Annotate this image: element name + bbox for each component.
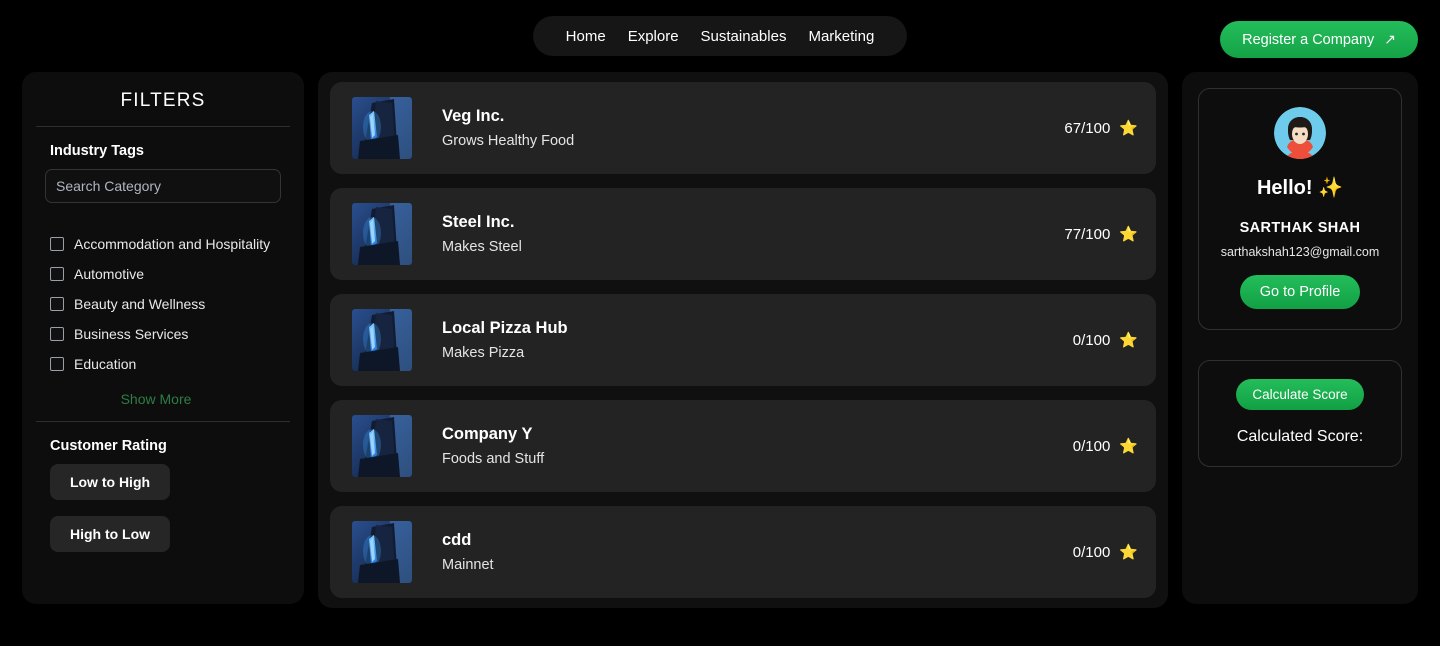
score-card: Calculate Score Calculated Score: [1198, 360, 1402, 467]
filter-option-education[interactable]: Education [50, 349, 304, 379]
company-thumbnail [352, 203, 412, 265]
filters-title: FILTERS [120, 90, 206, 111]
company-card[interactable]: cdd Mainnet 0/100 ⭐ [330, 506, 1156, 598]
company-name: Company Y [442, 425, 533, 443]
register-company-label: Register a Company [1242, 31, 1375, 48]
industry-tags-label: Industry Tags [50, 143, 144, 159]
company-score-value: 77/100 [1064, 225, 1111, 243]
company-score-value: 0/100 [1072, 437, 1111, 455]
page-layout: FILTERS Industry Tags Accommodation and … [0, 72, 1440, 608]
filters-sidebar: FILTERS Industry Tags Accommodation and … [22, 72, 304, 604]
user-name: SARTHAK SHAH [1239, 220, 1361, 236]
filter-option-business-services[interactable]: Business Services [50, 319, 304, 349]
nav-item-marketing[interactable]: Marketing [797, 29, 885, 44]
company-card[interactable]: Company Y Foods and Stuff 0/100 ⭐ [330, 400, 1156, 492]
company-thumbnail [352, 97, 412, 159]
calculate-score-button[interactable]: Calculate Score [1236, 379, 1364, 410]
company-name: Veg Inc. [442, 107, 505, 125]
sort-low-to-high-button[interactable]: Low to High [50, 464, 170, 500]
filter-option-label: Beauty and Wellness [74, 296, 206, 312]
checkbox-icon[interactable] [50, 357, 64, 371]
show-more-link[interactable]: Show More [22, 379, 290, 407]
company-score: 0/100 ⭐ [1072, 543, 1138, 562]
filter-option-label: Business Services [74, 326, 189, 342]
go-to-profile-button[interactable]: Go to Profile [1239, 275, 1361, 309]
company-description: Mainnet [442, 557, 494, 573]
star-icon: ⭐ [1119, 226, 1138, 243]
company-info: Veg Inc. Grows Healthy Food [412, 107, 1064, 149]
search-category-input[interactable] [45, 169, 281, 203]
nav-item-explore[interactable]: Explore [617, 29, 690, 44]
nav-item-sustainables[interactable]: Sustainables [690, 29, 798, 44]
checkbox-icon[interactable] [50, 297, 64, 311]
nav-item-home[interactable]: Home [555, 29, 617, 44]
company-score-value: 0/100 [1072, 543, 1111, 561]
filter-option-label: Accommodation and Hospitality [74, 236, 271, 252]
profile-sidebar: Hello! ✨ SARTHAK SHAH sarthakshah123@gma… [1182, 72, 1418, 604]
company-thumbnail [352, 521, 412, 583]
company-description: Grows Healthy Food [442, 133, 575, 149]
company-description: Makes Pizza [442, 345, 525, 361]
greeting-text: Hello! ✨ [1256, 177, 1343, 199]
top-bar: Home Explore Sustainables Marketing Regi… [0, 0, 1440, 72]
profile-card: Hello! ✨ SARTHAK SHAH sarthakshah123@gma… [1198, 88, 1402, 330]
company-info: Local Pizza Hub Makes Pizza [412, 319, 1073, 361]
filter-option-label: Education [74, 356, 137, 372]
company-score: 0/100 ⭐ [1072, 437, 1138, 456]
company-description: Foods and Stuff [442, 451, 545, 467]
user-email: sarthakshah123@gmail.com [1220, 245, 1380, 259]
company-card[interactable]: Veg Inc. Grows Healthy Food 67/100 ⭐ [330, 82, 1156, 174]
company-name: cdd [442, 531, 472, 549]
checkbox-icon[interactable] [50, 327, 64, 341]
filter-option-beauty-wellness[interactable]: Beauty and Wellness [50, 289, 304, 319]
company-thumbnail [352, 415, 412, 477]
company-score-value: 0/100 [1072, 331, 1111, 349]
company-score: 77/100 ⭐ [1064, 225, 1138, 244]
calculated-score-label: Calculated Score: [1236, 428, 1364, 445]
star-icon: ⭐ [1119, 438, 1138, 455]
main-navigation: Home Explore Sustainables Marketing [532, 16, 908, 56]
customer-rating-label: Customer Rating [50, 438, 167, 454]
checkbox-icon[interactable] [50, 237, 64, 251]
star-icon: ⭐ [1119, 120, 1138, 137]
filter-option-automotive[interactable]: Automotive [50, 259, 304, 289]
register-company-button[interactable]: Register a Company ↗ [1220, 21, 1418, 58]
company-score-value: 67/100 [1064, 119, 1111, 137]
arrow-up-right-icon: ↗ [1384, 31, 1396, 47]
company-score: 0/100 ⭐ [1072, 331, 1138, 350]
company-score: 67/100 ⭐ [1064, 119, 1138, 138]
company-info: Steel Inc. Makes Steel [412, 213, 1064, 255]
company-thumbnail [352, 309, 412, 371]
industry-tags-list: Accommodation and Hospitality Automotive… [22, 203, 304, 379]
star-icon: ⭐ [1119, 332, 1138, 349]
company-info: cdd Mainnet [412, 531, 1073, 573]
checkbox-icon[interactable] [50, 267, 64, 281]
sort-high-to-low-button[interactable]: High to Low [50, 516, 170, 552]
star-icon: ⭐ [1119, 544, 1138, 561]
company-info: Company Y Foods and Stuff [412, 425, 1073, 467]
company-name: Local Pizza Hub [442, 319, 568, 337]
company-card[interactable]: Local Pizza Hub Makes Pizza 0/100 ⭐ [330, 294, 1156, 386]
company-card[interactable]: Steel Inc. Makes Steel 77/100 ⭐ [330, 188, 1156, 280]
filter-option-label: Automotive [74, 266, 145, 282]
company-name: Steel Inc. [442, 213, 515, 231]
filter-option-accommodation[interactable]: Accommodation and Hospitality [50, 229, 304, 259]
user-avatar-icon [1274, 107, 1326, 159]
company-list-panel: Veg Inc. Grows Healthy Food 67/100 ⭐ Ste… [318, 72, 1168, 608]
company-description: Makes Steel [442, 239, 522, 255]
